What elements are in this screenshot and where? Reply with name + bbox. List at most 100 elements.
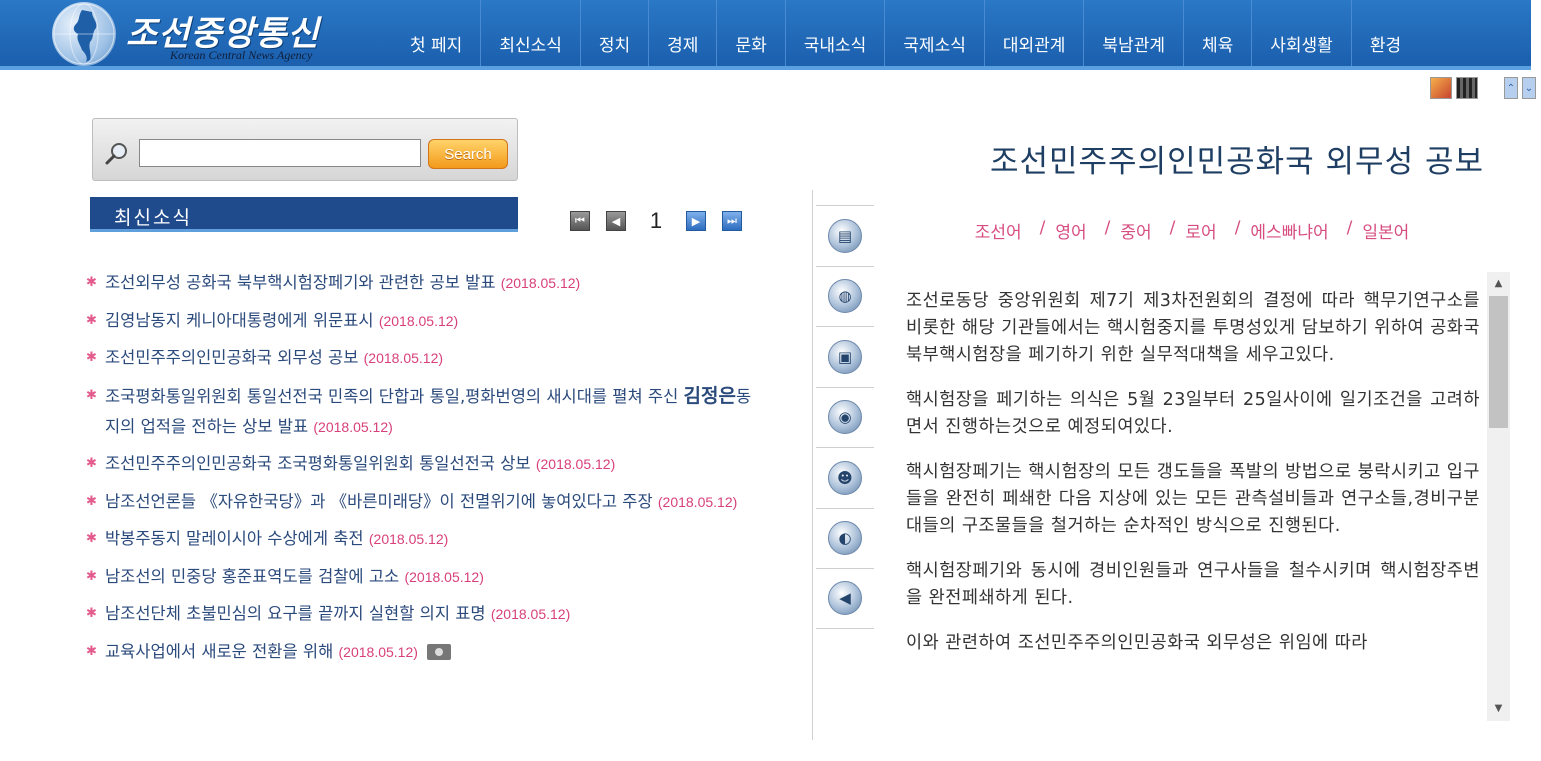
lang-english[interactable]: 영어 xyxy=(1055,218,1086,243)
news-title[interactable]: 남조선언론들 《자유한국당》과 《바른미래당》이 전멸위기에 놓여있다고 주장 xyxy=(105,492,653,511)
news-date: (2018.05.12) xyxy=(657,493,738,510)
tool-camera[interactable]: ▣ xyxy=(816,326,874,387)
list-item[interactable]: ✱ 남조선언론들 《자유한국당》과 《바른미래당》이 전멸위기에 놓여있다고 주… xyxy=(86,487,766,517)
nav-item-latest[interactable]: 최신소식 xyxy=(480,0,580,66)
latest-news-heading: 최신소식 xyxy=(90,197,518,232)
next-page-icon[interactable]: ▶ xyxy=(686,211,706,231)
news-title[interactable]: 박봉주동지 말레이시아 수상에게 축전 xyxy=(105,529,364,548)
flower-bullet-icon: ✱ xyxy=(86,350,97,365)
news-title[interactable]: 남조선단체 초불민심의 요구를 끝까지 실현할 의지 표명 xyxy=(105,604,486,623)
nav-item-foreign-relations[interactable]: 대외관계 xyxy=(983,0,1084,66)
column-divider xyxy=(812,190,813,740)
flower-bullet-icon: ✱ xyxy=(86,493,97,509)
nav-item-home[interactable]: 첫 페지 xyxy=(392,0,480,66)
nav-item-sports[interactable]: 체육 xyxy=(1182,0,1251,66)
news-title[interactable]: 김영남동지 케니아대통령에게 위문표시 xyxy=(105,311,374,330)
news-date: (2018.05.12) xyxy=(378,312,459,329)
scroll-thumb[interactable] xyxy=(1489,296,1508,428)
article-body: 조선로동당 중앙위원회 제7기 제3차전원회의 결정에 따라 핵무기연구소를 비… xyxy=(906,288,1480,720)
search-input[interactable] xyxy=(139,139,421,167)
flower-bullet-icon: ✱ xyxy=(86,531,97,546)
language-bar: 조선어 / 영어 / 중어 / 로어 / 에스빠냐어 / 일본어 xyxy=(900,218,1484,243)
camera-icon: ▣ xyxy=(828,339,862,374)
back-icon: ◀ xyxy=(828,581,862,616)
camera-icon[interactable] xyxy=(427,644,452,660)
tool-back[interactable]: ◀ xyxy=(816,568,874,629)
tool-person[interactable]: ☻ xyxy=(816,447,874,508)
nav-item-culture[interactable]: 문화 xyxy=(716,0,784,66)
prev-page-icon[interactable]: ◀ xyxy=(606,211,626,231)
list-item[interactable]: ✱ 조선민주주의인민공화국 조국평화통일위원회 통일선전국 상보 (2018.0… xyxy=(86,449,766,479)
flower-bullet-icon: ✱ xyxy=(86,456,97,471)
nav-item-politics[interactable]: 정치 xyxy=(579,0,648,66)
scroll-up-icon[interactable]: ⌃ xyxy=(1504,77,1518,99)
article-tools: ▤ ◍ ▣ ◉ ☻ ◐ ◀ xyxy=(816,205,874,629)
article-title: 조선민주주의인민공화국 외무성 공보 xyxy=(989,144,1484,180)
nav-item-social-life[interactable]: 사회생활 xyxy=(1251,0,1351,66)
document-icon: ▤ xyxy=(828,218,862,253)
nav-item-environment[interactable]: 환경 xyxy=(1350,0,1419,66)
tool-globe[interactable]: ◍ xyxy=(816,265,874,327)
tool-document[interactable]: ▤ xyxy=(816,205,874,266)
nav-item-north-south[interactable]: 북남관계 xyxy=(1083,0,1183,66)
flower-bullet-icon: ✱ xyxy=(86,387,97,403)
list-item[interactable]: ✱ 교육사업에서 새로운 전환을 위해 (2018.05.12) xyxy=(86,637,766,667)
news-list: ✱ 조선외무성 공화국 북부핵시험장페기와 관련한 공보 발표 (2018.05… xyxy=(86,268,766,674)
list-item[interactable]: ✱ 조국평화통일위원회 통일선전국 민족의 단합과 통일,평화번영의 새시대를 … xyxy=(86,381,766,442)
list-item[interactable]: ✱ 조선외무성 공화국 북부핵시험장페기와 관련한 공보 발표 (2018.05… xyxy=(86,268,766,298)
article-scrollbar[interactable]: ▲ ▼ xyxy=(1487,272,1510,721)
globe-icon xyxy=(52,2,116,66)
list-item[interactable]: ✱ 남조선의 민중당 홍준표역도를 검찰에 고소 (2018.05.12) xyxy=(86,562,766,592)
news-title[interactable]: 조선민주주의인민공화국 외무성 공보 xyxy=(105,348,358,367)
flower-bullet-icon: ✱ xyxy=(86,643,97,659)
scroll-down-icon[interactable]: ⌄ xyxy=(1522,77,1536,99)
lang-separator: / xyxy=(1104,218,1111,238)
news-date: (2018.05.12) xyxy=(368,531,449,547)
news-date: (2018.05.12) xyxy=(404,568,484,585)
search-button[interactable]: Search xyxy=(428,139,508,169)
site-logo[interactable]: 조선중앙통신 Korean Central News Agency xyxy=(48,0,368,70)
flower-bullet-icon: ✱ xyxy=(86,606,97,621)
lang-chinese[interactable]: 중어 xyxy=(1120,218,1151,243)
nav-item-international[interactable]: 국제소식 xyxy=(884,0,984,66)
list-item[interactable]: ✱ 박봉주동지 말레이시아 수상에게 축전 (2018.05.12) xyxy=(86,524,766,554)
news-title[interactable]: 조선외무성 공화국 북부핵시험장페기와 관련한 공보 발표 xyxy=(105,273,496,292)
news-date: (2018.05.12) xyxy=(535,456,616,472)
main-nav: 첫 페지 최신소식 정치 경제 문화 국내소식 국제소식 대외관계 북남관계 체… xyxy=(392,0,1419,66)
logo-subtitle: Korean Central News Agency xyxy=(170,48,313,62)
lang-japanese[interactable]: 일본어 xyxy=(1362,218,1409,243)
lang-spanish[interactable]: 에스빠냐어 xyxy=(1250,218,1328,243)
reel-icon: ◉ xyxy=(828,400,862,435)
magnifier-icon xyxy=(105,143,127,165)
article-paragraph: 핵시험장을 페기하는 의식은 5월 23일부터 25일사이에 일기조건을 고려하… xyxy=(906,390,1480,437)
lang-separator: / xyxy=(1234,218,1241,238)
news-date: (2018.05.12) xyxy=(490,606,571,622)
list-item[interactable]: ✱ 조선민주주의인민공화국 외무성 공보 (2018.05.12) xyxy=(86,343,766,373)
news-title[interactable]: 조선민주주의인민공화국 조국평화통일위원회 통일선전국 상보 xyxy=(105,454,531,473)
tool-reel[interactable]: ◉ xyxy=(816,386,874,448)
list-item[interactable]: ✱ 김영남동지 케니아대통령에게 위문표시 (2018.05.12) xyxy=(86,306,766,336)
last-page-icon[interactable]: ⏭ xyxy=(722,211,742,231)
first-page-icon[interactable]: ⏮ xyxy=(570,211,590,231)
lang-korean[interactable]: 조선어 xyxy=(975,218,1022,243)
top-tool-icons: ⌃ ⌄ xyxy=(1430,77,1536,99)
news-date: (2018.05.12) xyxy=(338,643,418,660)
scroll-up-arrow-icon[interactable]: ▲ xyxy=(1487,274,1510,294)
scroll-down-arrow-icon[interactable]: ▼ xyxy=(1487,699,1510,719)
lang-russian[interactable]: 로어 xyxy=(1185,218,1216,243)
news-title[interactable]: 남조선의 민중당 홍준표역도를 검찰에 고소 xyxy=(105,567,399,586)
nav-item-domestic[interactable]: 국내소식 xyxy=(784,0,885,66)
nav-item-economy[interactable]: 경제 xyxy=(648,0,716,66)
flower-bullet-icon: ✱ xyxy=(86,275,97,290)
current-page: 1 xyxy=(649,208,663,233)
film-icon[interactable] xyxy=(1456,77,1478,99)
news-pager: ⏮ ◀ 1 ▶ ⏭ xyxy=(570,208,742,234)
news-title[interactable]: 조국평화통일위원회 통일선전국 민족의 단합과 통일,평화번영의 새시대를 펼쳐… xyxy=(105,385,751,436)
article-paragraph: 핵시험장페기는 핵시험장의 모든 갱도들을 폭발의 방법으로 붕락시키고 입구들… xyxy=(906,462,1480,536)
photo-icon[interactable] xyxy=(1430,77,1452,99)
news-title[interactable]: 교육사업에서 새로운 전환을 위해 xyxy=(105,642,333,661)
tool-speaker[interactable]: ◐ xyxy=(816,507,874,569)
list-item[interactable]: ✱ 남조선단체 초불민심의 요구를 끝까지 실현할 의지 표명 (2018.05… xyxy=(86,599,766,629)
article-paragraph: 이와 관련하여 조선민주주의인민공화국 외무성은 위임에 따라 xyxy=(906,633,1368,653)
globe-icon: ◍ xyxy=(828,279,862,314)
